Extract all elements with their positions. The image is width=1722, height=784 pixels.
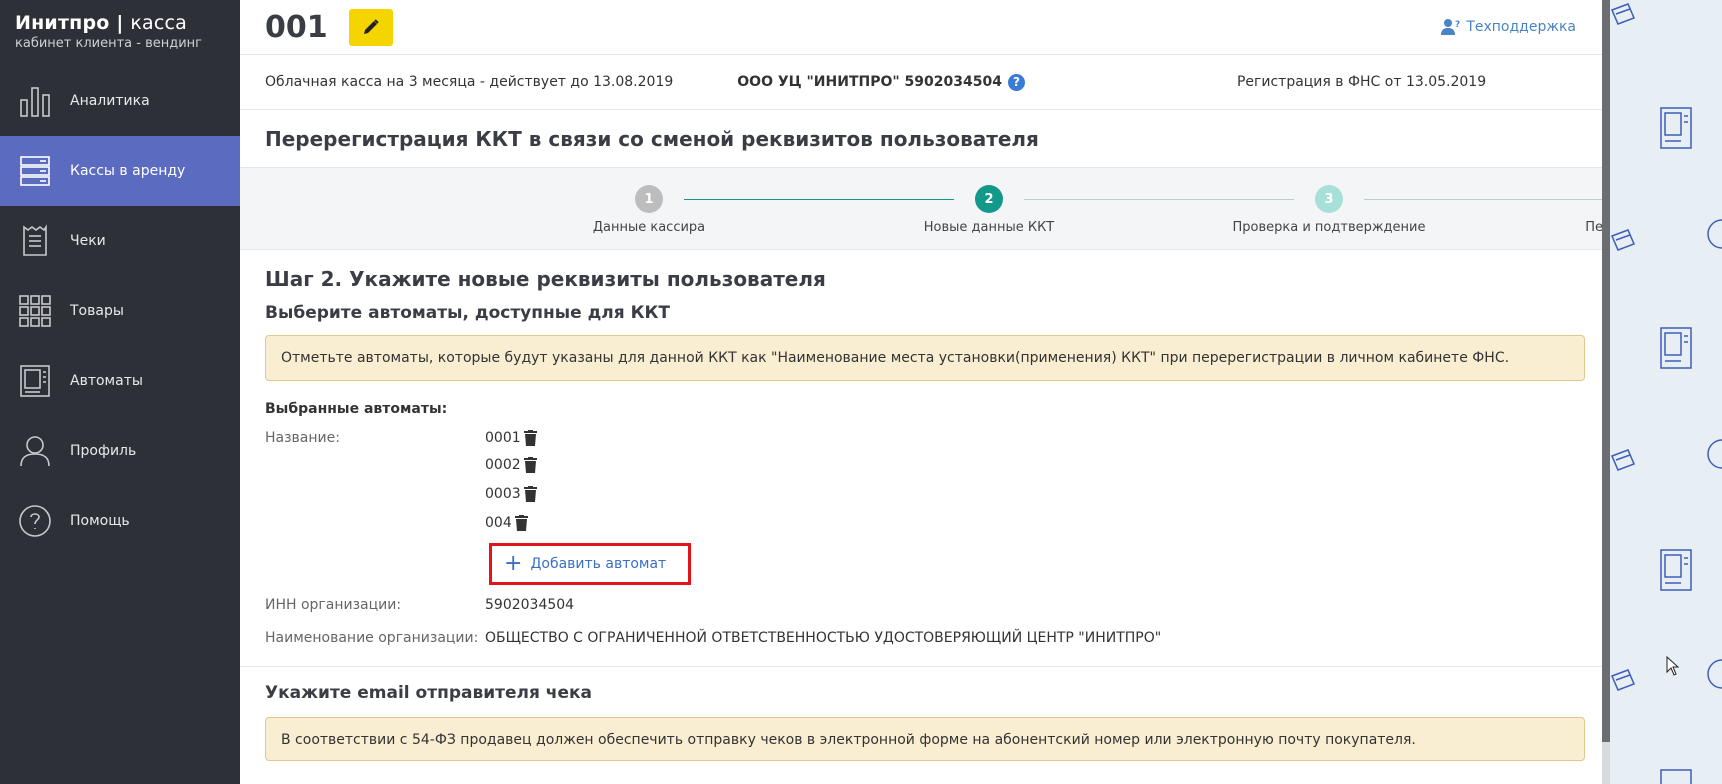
question-icon — [16, 502, 54, 540]
sidebar-item-help[interactable]: Помощь — [0, 486, 240, 556]
plus-icon: + — [504, 551, 523, 576]
brand[interactable]: Инитпро | касса кабинет клиента - вендин… — [0, 0, 240, 66]
brand-separator: | — [109, 12, 131, 34]
vending-machine-icon — [16, 362, 54, 400]
scrollbar-thumb[interactable] — [1602, 0, 1610, 742]
edit-button[interactable] — [348, 8, 393, 46]
brand-product: касса — [130, 12, 187, 34]
chart-bars-icon — [16, 82, 54, 120]
trash-icon[interactable] — [514, 514, 528, 531]
sidebar-item-receipts[interactable]: Чеки — [0, 206, 240, 276]
list-item: 0001 — [485, 430, 537, 450]
list-item: 0002 — [485, 450, 537, 479]
step-number: 2 — [975, 185, 1003, 213]
step-label: Проверка и подтверждение — [1232, 220, 1426, 235]
brand-name: Инитпро — [15, 12, 110, 34]
sidebar-item-machines[interactable]: Автоматы — [0, 346, 240, 416]
step-number: 3 — [1315, 185, 1343, 213]
brand-title: Инитпро | касса — [15, 12, 240, 34]
email-section-title: Укажите email отправителя чека — [265, 683, 593, 703]
org-name-label: Наименование организации: — [265, 630, 479, 646]
name-label: Название: — [265, 430, 340, 446]
grid-icon — [16, 292, 54, 330]
machine-list: 0001 0002 0003 004 — [485, 430, 537, 537]
step-number: 1 — [635, 185, 663, 213]
trash-icon[interactable] — [523, 456, 537, 473]
add-machine-button[interactable]: + Добавить автомат — [489, 543, 691, 585]
org-name-value: ОБЩЕСТВО С ОГРАНИЧЕННОЙ ОТВЕТСТВЕННОСТЬЮ… — [485, 630, 1162, 646]
machines-notice: Отметьте автоматы, которые будут указаны… — [265, 335, 1585, 381]
org-name: ООО УЦ "ИНИТПРО" 5902034504 — [737, 74, 1002, 90]
machine-name: 0003 — [485, 485, 521, 502]
sidebar-item-label: Профиль — [70, 443, 137, 459]
registration-info: Регистрация в ФНС от 13.05.2019 — [1236, 74, 1487, 90]
sidebar-item-label: Товары — [70, 303, 124, 319]
kkt-number: 001 — [265, 9, 328, 45]
step-label: Данные кассира — [592, 220, 706, 235]
pencil-icon — [363, 19, 379, 34]
page-title: Перерегистрация ККТ в связи со сменой ре… — [240, 110, 1610, 168]
list-item: 004 — [485, 508, 537, 537]
trash-icon[interactable] — [523, 485, 537, 502]
sidebar-item-label: Чеки — [70, 233, 106, 249]
user-question-icon: ? — [1441, 19, 1461, 35]
help-icon[interactable]: ? — [1007, 73, 1025, 91]
inn-label: ИНН организации: — [265, 597, 402, 613]
main-content: 001 ? Техподдержка Облачная касса на 3 м… — [240, 0, 1610, 784]
sidebar-item-label: Автоматы — [70, 373, 143, 389]
list-item: 0003 — [485, 479, 537, 508]
kkt-info-bar: Облачная касса на 3 месяца - действует д… — [240, 55, 1610, 110]
mouse-cursor-icon — [1666, 656, 1680, 676]
svg-text:?: ? — [1455, 20, 1460, 30]
email-notice: В соответствии с 54-ФЗ продавец должен о… — [265, 717, 1585, 761]
trash-icon[interactable] — [523, 430, 537, 446]
header: 001 ? Техподдержка — [240, 0, 1610, 55]
sidebar-item-label: Аналитика — [70, 93, 150, 109]
sidebar-item-goods[interactable]: Товары — [0, 276, 240, 346]
machine-name: 0001 — [485, 430, 521, 446]
org-name-row: Наименование организации: ОБЩЕСТВО С ОГР… — [265, 630, 1585, 646]
step-3: 3 Проверка и подтверждение — [1219, 185, 1439, 235]
support-link[interactable]: ? Техподдержка — [1441, 18, 1576, 36]
stepper: 1 Данные кассира 2 Новые данные ККТ 3 Пр… — [240, 168, 1610, 250]
user-icon — [16, 432, 54, 470]
brand-subtitle: кабинет клиента - вендинг — [15, 36, 203, 51]
machine-name: 004 — [485, 514, 512, 531]
machines-row: Название: 0001 0002 0003 004 — [265, 430, 1585, 537]
step-label: Новые данные ККТ — [923, 220, 1055, 235]
server-icon — [16, 152, 54, 190]
section-title: Выберите автоматы, доступные для ККТ — [265, 303, 670, 323]
sidebar-item-label: Помощь — [70, 513, 130, 529]
step-2[interactable]: 2 Новые данные ККТ — [879, 185, 1099, 235]
org-info: ООО УЦ "ИНИТПРО" 5902034504? — [737, 73, 1025, 91]
sidebar-item-rental-kkt[interactable]: Кассы в аренду — [0, 136, 240, 206]
step-content: Шаг 2. Укажите новые реквизиты пользоват… — [240, 267, 1610, 761]
plan-info: Облачная касса на 3 месяца - действует д… — [265, 74, 674, 90]
add-machine-label: Добавить автомат — [530, 556, 667, 572]
sidebar: Инитпро | касса кабинет клиента - вендин… — [0, 0, 240, 784]
machine-name: 0002 — [485, 456, 521, 473]
sidebar-item-label: Кассы в аренду — [70, 163, 186, 179]
step-title: Шаг 2. Укажите новые реквизиты пользоват… — [265, 267, 826, 291]
inn-value: 5902034504 — [485, 597, 575, 613]
support-label: Техподдержка — [1466, 19, 1576, 35]
selected-machines-title: Выбранные автоматы: — [265, 401, 448, 417]
receipt-icon — [16, 222, 54, 260]
section-divider — [240, 666, 1610, 667]
sidebar-item-analytics[interactable]: Аналитика — [0, 66, 240, 136]
inn-row: ИНН организации: 5902034504 — [265, 597, 1585, 613]
step-1[interactable]: 1 Данные кассира — [539, 185, 759, 235]
sidebar-item-profile[interactable]: Профиль — [0, 416, 240, 486]
